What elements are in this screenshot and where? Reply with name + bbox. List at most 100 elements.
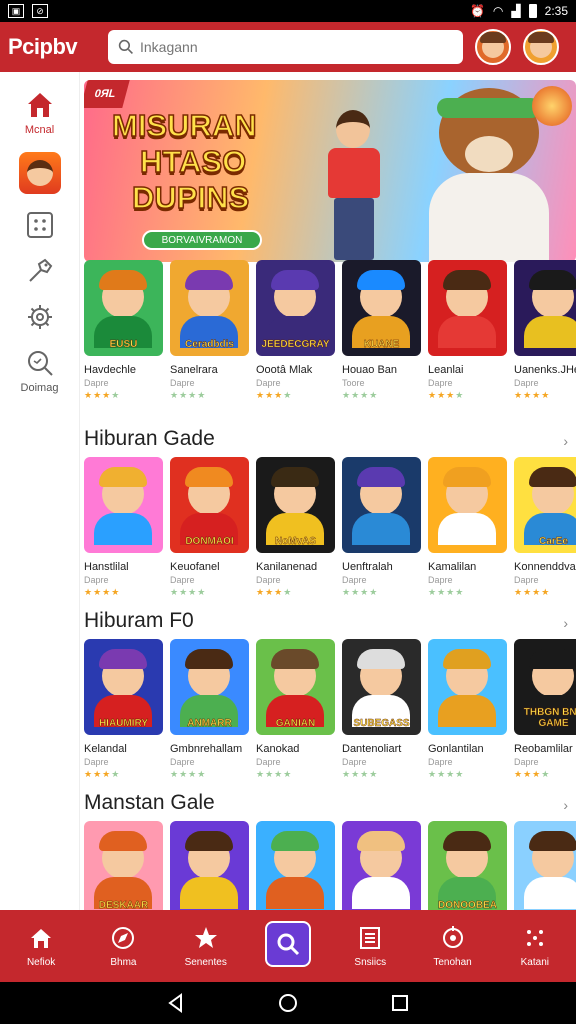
game-card[interactable]: Ceradbdis Sanelrara Dapre ★★★★: [170, 260, 249, 401]
recents-icon[interactable]: [390, 993, 410, 1013]
tab-star[interactable]: Senentes: [166, 925, 246, 968]
game-card[interactable]: NoMvAS Kanilanenad Dapre ★★★★: [256, 457, 335, 598]
banner-orb: [532, 86, 572, 126]
blocked-icon: ⊘: [32, 4, 48, 18]
star-icon: ★: [197, 390, 207, 400]
tab-label: Senentes: [184, 956, 227, 968]
game-thumbnail: [428, 457, 507, 553]
search-input[interactable]: [140, 39, 440, 55]
game-rating-stars: ★★★★: [514, 390, 576, 401]
game-card[interactable]: ANMARR Gmbnrehallam Dapre ★★★★: [170, 639, 249, 780]
game-rating-stars: ★★★★: [170, 587, 249, 598]
tab-dots[interactable]: Katani: [495, 925, 575, 968]
game-card[interactable]: CarEe Konnenddvar Dapre ★★★★: [514, 457, 576, 598]
profile-avatar-1[interactable]: [475, 29, 511, 65]
game-card[interactable]: [170, 821, 249, 910]
game-thumbnail: NoMvAS: [256, 457, 335, 553]
star-icon: ★: [342, 587, 352, 597]
profile-avatar-2[interactable]: [523, 29, 559, 65]
star-icon: ★: [455, 390, 465, 400]
star-icon: ★: [351, 390, 361, 400]
featured-banner[interactable]: 0ЯL MISURAN HTASO DUPINS BORVAIVRAMON: [84, 80, 576, 262]
sidebar-item-tag[interactable]: [25, 256, 55, 286]
game-thumbnail-title: SUBEGASS: [353, 718, 410, 729]
tab-home[interactable]: Nefiok: [1, 925, 81, 968]
game-developer: Dapre: [514, 757, 539, 767]
star-icon: ★: [188, 587, 198, 597]
sidebar-item-game[interactable]: [18, 152, 61, 194]
game-character: [180, 467, 238, 545]
game-card[interactable]: SUBEGASS Dantenoliart Dapre ★★★★: [342, 639, 421, 780]
active-tab-highlight: [264, 921, 311, 967]
sidebar-item-grid[interactable]: [25, 210, 55, 240]
game-card[interactable]: Uanenks.JHe Dapre ★★★★: [514, 260, 576, 401]
game-card[interactable]: KUANE Houao Ban Toore ★★★★: [342, 260, 421, 401]
tab-label: Bhma: [110, 956, 137, 968]
game-rating-stars: ★★★★: [256, 390, 335, 401]
game-developer: Dapre: [428, 575, 453, 585]
star-icon: ★: [523, 587, 533, 597]
main-content: 0ЯL MISURAN HTASO DUPINS BORVAIVRAMON EU…: [84, 72, 576, 910]
star-icon: ★: [523, 769, 533, 779]
tab-label: Tenohan: [433, 956, 472, 968]
sidebar-item-search[interactable]: Doimag: [21, 348, 58, 394]
game-name: Konnenddvar: [514, 561, 576, 573]
game-name: Gmbnrehallam: [170, 743, 243, 755]
tab-compass[interactable]: Bhma: [83, 925, 163, 968]
game-card[interactable]: THBGN BNE GAMEReobamlilarDapre★★★★: [514, 639, 576, 780]
game-thumbnail: [342, 821, 421, 910]
tag-icon: [28, 258, 52, 282]
alarm-icon: ⏰: [469, 4, 485, 18]
game-card[interactable]: Hanstlilal Dapre ★★★★: [84, 457, 163, 598]
game-card[interactable]: DONMAOI Keuofanel Dapre ★★★★: [170, 457, 249, 598]
phone-screen: ▣ ⊘ ⏰ ◠ ▟ 2:35 Pcipbv Mcnal: [0, 0, 576, 1024]
star-icon: ★: [342, 769, 352, 779]
game-thumbnail-title: NoMvAS: [274, 536, 317, 547]
game-character: [180, 649, 238, 727]
tab-search[interactable]: [248, 921, 328, 971]
game-developer: Dapre: [170, 757, 195, 767]
game-card[interactable]: JEEDECGRAY Oootâ Mlak Dapre ★★★★: [256, 260, 335, 401]
game-card[interactable]: GANIAN Kanokad Dapre ★★★★: [256, 639, 335, 780]
settings-icon: [27, 305, 52, 329]
game-thumbnail: EUSU: [84, 260, 163, 356]
home-nav-icon[interactable]: [278, 993, 298, 1013]
banner-button[interactable]: BORVAIVRAMON: [142, 230, 262, 250]
game-name: Kamalilan: [428, 561, 477, 573]
game-card[interactable]: [256, 821, 335, 910]
star-icon: ★: [514, 587, 524, 597]
game-rating-stars: ★★★★: [84, 769, 163, 780]
search-box[interactable]: [108, 30, 463, 64]
banner-badge: 0ЯL: [84, 80, 130, 108]
sidebar-item-settings[interactable]: [25, 302, 55, 332]
section-more-chevron-icon[interactable]: ›: [563, 433, 568, 449]
game-character: [352, 270, 410, 348]
back-icon[interactable]: [166, 993, 186, 1013]
star-icon: ★: [197, 587, 207, 597]
game-developer: Dapre: [342, 575, 367, 585]
sidebar-item-home[interactable]: Mcnal: [25, 90, 55, 136]
game-card[interactable]: HIAUMIRY Kelandal Dapre ★★★★: [84, 639, 163, 780]
game-card[interactable]: [342, 821, 421, 910]
game-card[interactable]: Leanlai Dapre ★★★★: [428, 260, 507, 401]
tab-target[interactable]: Tenohan: [413, 925, 493, 968]
search-icon: [277, 933, 300, 956]
star-icon: ★: [265, 390, 275, 400]
game-card[interactable]: [514, 821, 576, 910]
game-card[interactable]: Gonlantilan Dapre ★★★★: [428, 639, 507, 780]
section-more-chevron-icon[interactable]: ›: [563, 615, 568, 631]
section-more-chevron-icon[interactable]: ›: [563, 797, 568, 813]
game-thumbnail-title: Ceradbdis: [185, 339, 234, 350]
game-thumbnail: GANIAN: [256, 639, 335, 735]
game-rating-stars: ★★★★: [342, 587, 421, 598]
game-developer: Dapre: [170, 575, 195, 585]
game-card[interactable]: EUSU Havdechle Dapre ★★★★: [84, 260, 163, 401]
game-thumbnail: CarEe: [514, 457, 576, 553]
game-card[interactable]: Kamalilan Dapre ★★★★: [428, 457, 507, 598]
game-card[interactable]: DONOOBEA: [428, 821, 507, 910]
game-rating-stars: ★★★★: [256, 769, 335, 780]
game-card[interactable]: DESKAAR: [84, 821, 163, 910]
game-character: [266, 831, 324, 909]
game-card[interactable]: Uenftralah Dapre ★★★★: [342, 457, 421, 598]
tab-list[interactable]: Snsiics: [330, 925, 410, 968]
